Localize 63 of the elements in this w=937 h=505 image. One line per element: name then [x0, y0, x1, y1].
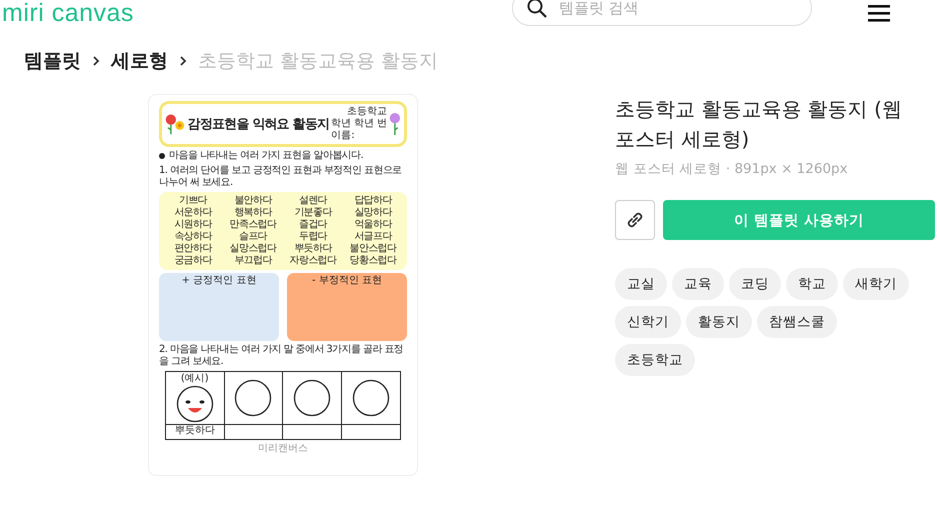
search-icon — [526, 0, 547, 18]
template-title: 초등학교 활동교육용 활동지 (웹 포스터 세로형) — [615, 96, 903, 153]
class-label: 학년 — [331, 118, 352, 130]
question-text: 1. 여러의 단어를 보고 긍정적인 표현과 부정적인 표현으로 나누어 써 보세요. — [159, 165, 403, 189]
footer-logo: 미리캔버스 — [258, 443, 308, 455]
word-label: 속상하다 — [174, 231, 212, 243]
chevron-icon — [92, 55, 100, 67]
example-label: (예시) — [180, 373, 209, 385]
tag-chip[interactable]: 교실 — [615, 268, 667, 300]
instruction-text: 마음을 나타내는 여러 가지 표현을 알아봅시다. — [169, 150, 364, 162]
breadcrumb-link[interactable]: 세로형 — [111, 48, 168, 74]
menu-icon[interactable] — [868, 4, 890, 22]
template-size: 웹 포스터 세로형 · 891px × 1260px — [615, 160, 849, 178]
smiley-face-icon — [176, 385, 214, 423]
copy-link-button[interactable] — [615, 200, 655, 240]
breadcrumb-link[interactable]: 템플릿 — [24, 48, 81, 74]
class-label: 번 — [377, 118, 388, 130]
word-label: 실망하다 — [354, 207, 392, 219]
worksheet-title: 감정표현을 익혀요 활동지 — [188, 116, 330, 133]
word-label: 즐겁다 — [299, 219, 327, 231]
bullet-icon — [159, 153, 165, 159]
word-label: 기분좋다 — [294, 207, 332, 219]
word-label: 부끄럽다 — [234, 255, 272, 267]
chevron-icon — [179, 55, 187, 67]
name-label: 이름: — [331, 130, 355, 142]
tag-chip[interactable]: 신학기 — [615, 306, 681, 338]
blank-circle-icon — [292, 379, 331, 417]
word-label: 슬프다 — [239, 231, 267, 243]
class-label: 학년 — [354, 118, 374, 130]
word-label: 행복하다 — [234, 207, 272, 219]
word-label: 설렌다 — [299, 195, 327, 207]
word-label: 두렵다 — [299, 231, 327, 243]
tag-chip[interactable]: 코딩 — [729, 268, 781, 300]
word-label: 서운하다 — [174, 207, 212, 219]
blank-circle-icon — [234, 379, 272, 417]
word-label: 자랑스럽다 — [290, 255, 336, 267]
word-label: 당황스럽다 — [350, 255, 396, 267]
blank-circle-icon — [352, 379, 390, 417]
word-label: 실망스럽다 — [230, 243, 276, 255]
word-label: 궁금하다 — [174, 255, 212, 267]
word-label: 불안하다 — [234, 195, 272, 207]
tag-chip[interactable]: 초등학교 — [615, 344, 695, 376]
tag-chip[interactable]: 교육 — [672, 268, 724, 300]
search-bar[interactable]: 템플릿 검색 — [512, 0, 812, 26]
word-label: 편안하다 — [174, 243, 212, 255]
tag-chip[interactable]: 학교 — [786, 268, 838, 300]
word-label: 만족스럽다 — [230, 219, 276, 231]
search-field[interactable]: 템플릿 검색 — [556, 0, 791, 18]
tag-chip[interactable]: 활동지 — [686, 306, 752, 338]
tag-chip[interactable]: 참쌤스쿨 — [757, 306, 837, 338]
panel-label: + 긍정적인 표현 — [182, 275, 256, 287]
word-label: 시원하다 — [174, 219, 212, 231]
panel-label: - 부정적인 표현 — [312, 275, 382, 287]
school-label: 초등학교 — [347, 106, 388, 118]
tag-chip[interactable]: 새학기 — [843, 268, 909, 300]
word-label: 서글프다 — [354, 231, 392, 243]
word-label: 억울하다 — [354, 219, 392, 231]
word-label: 기쁘다 — [179, 195, 207, 207]
word-label: 뿌듯하다 — [294, 243, 332, 255]
example-word: 뿌듯하다 — [174, 425, 215, 438]
question-text: 2. 마음을 나타내는 여러 가지 말 중에서 3가지를 골라 표정을 그려 보세요. — [159, 344, 404, 368]
word-label: 불안스럽다 — [350, 243, 396, 255]
word-label: 답답하다 — [354, 195, 392, 207]
